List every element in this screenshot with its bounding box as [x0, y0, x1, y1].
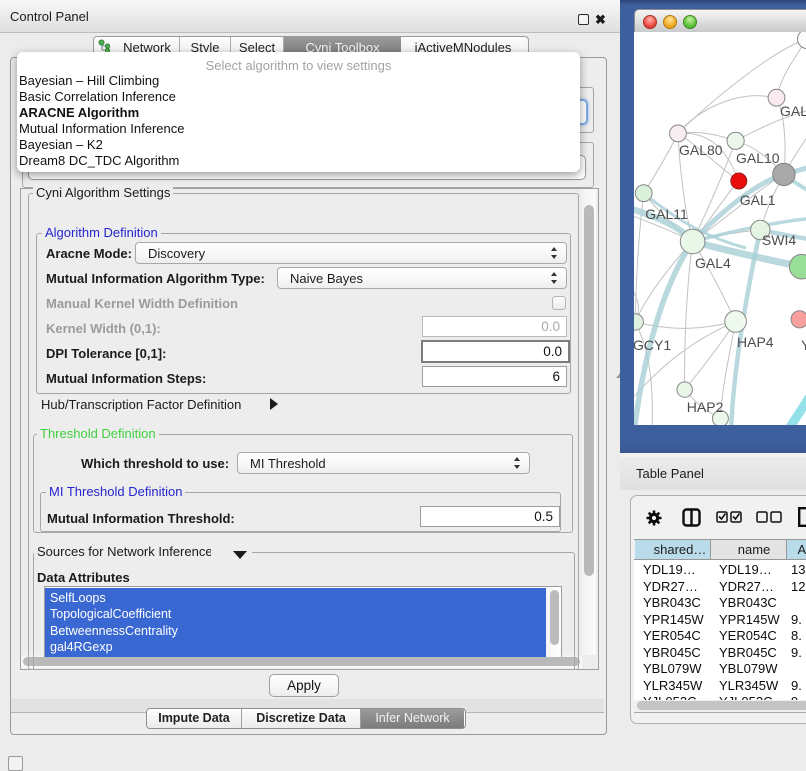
svg-text:HAP2: HAP2 — [687, 399, 724, 415]
svg-text:GAL80: GAL80 — [679, 142, 723, 158]
svg-text:HAP4: HAP4 — [737, 334, 774, 350]
svg-text:Y: Y — [801, 337, 806, 353]
svg-text:GAL10: GAL10 — [736, 150, 780, 166]
svg-text:GAL1: GAL1 — [740, 192, 776, 208]
svg-text:GAL11: GAL11 — [645, 206, 688, 222]
svg-text:GCY1: GCY1 — [634, 337, 671, 353]
svg-text:SWI4: SWI4 — [762, 232, 796, 248]
svg-text:GAL2: GAL2 — [780, 103, 806, 119]
svg-text:GAL4: GAL4 — [695, 255, 731, 271]
